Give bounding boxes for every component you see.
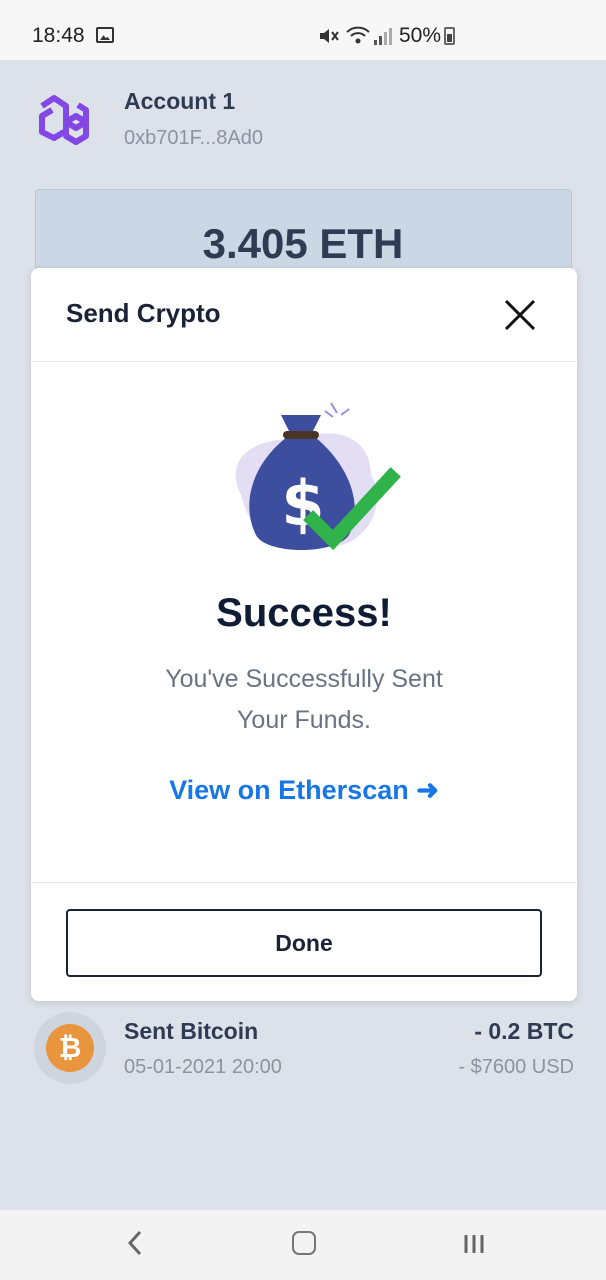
- close-icon[interactable]: [503, 298, 537, 332]
- account-address[interactable]: 0xb701F...8Ad0: [124, 127, 263, 150]
- battery-icon: [444, 27, 455, 45]
- modal-footer-divider: [31, 882, 577, 883]
- view-on-etherscan-link[interactable]: View on Etherscan ➜: [31, 775, 577, 806]
- wifi-icon: [345, 25, 371, 50]
- signal-icon: [372, 26, 392, 51]
- recents-icon[interactable]: [463, 1233, 485, 1255]
- transaction-amount: - 0.2 BTC: [474, 1018, 574, 1044]
- mute-icon: [318, 26, 340, 51]
- modal-header: Send Crypto: [31, 268, 577, 362]
- back-icon[interactable]: [124, 1228, 146, 1258]
- status-time: 18:48: [32, 24, 85, 47]
- home-icon[interactable]: [292, 1231, 316, 1255]
- navigation-bar: [0, 1210, 606, 1280]
- status-bar: 18:48 50%: [0, 0, 606, 60]
- transaction-usd: - $7600 USD: [458, 1056, 574, 1078]
- transaction-icon-wrap: ₿: [34, 1012, 106, 1084]
- success-title: Success!: [216, 591, 392, 635]
- account-name[interactable]: Account 1: [124, 88, 235, 115]
- transaction-title: Sent Bitcoin: [124, 1018, 259, 1044]
- battery-percent: 50%: [399, 24, 442, 47]
- transaction-row[interactable]: ₿ Sent Bitcoin 05-01-2021 20:00 - 0.2 BT…: [34, 1012, 574, 1084]
- bitcoin-icon: ₿: [46, 1024, 94, 1072]
- transaction-date: 05-01-2021 20:00: [124, 1056, 282, 1078]
- success-message-line-2: Your Funds.: [237, 706, 371, 734]
- modal-title: Send Crypto: [66, 298, 221, 328]
- polygon-logo-icon: [34, 92, 96, 146]
- balance-value: 3.405 ETH: [202, 220, 404, 267]
- image-icon: [96, 27, 114, 43]
- success-message-line-1: You've Successfully Sent: [165, 665, 443, 693]
- money-bag-check-icon: $: [221, 395, 401, 565]
- done-button[interactable]: Done: [66, 909, 542, 977]
- send-crypto-modal: Send Crypto $ Success! You've Successful…: [31, 268, 577, 1001]
